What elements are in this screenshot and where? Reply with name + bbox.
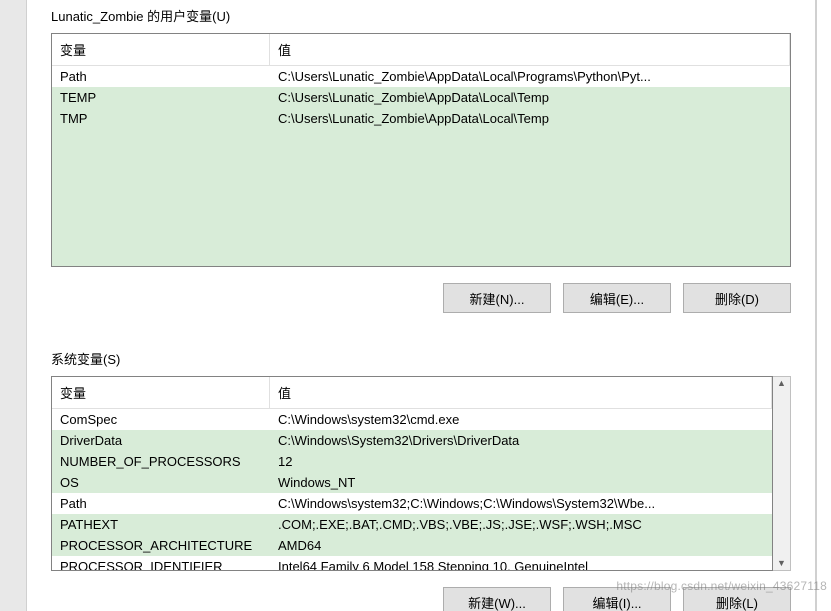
table-row[interactable]: TEMP C:\Users\Lunatic_Zombie\AppData\Loc… xyxy=(52,87,790,108)
table-empty-space xyxy=(52,129,790,235)
table-row[interactable]: DriverData C:\Windows\System32\Drivers\D… xyxy=(52,430,772,451)
cell-value: Intel64 Family 6 Model 158 Stepping 10, … xyxy=(270,556,772,570)
column-header-value[interactable]: 值 xyxy=(270,377,772,408)
user-vars-header: 变量 值 xyxy=(52,34,790,66)
cell-value: C:\Windows\System32\Drivers\DriverData xyxy=(270,430,772,451)
table-row[interactable]: PATHEXT .COM;.EXE;.BAT;.CMD;.VBS;.VBE;.J… xyxy=(52,514,772,535)
cell-variable: TEMP xyxy=(52,87,270,108)
cell-value: C:\Users\Lunatic_Zombie\AppData\Local\Te… xyxy=(270,87,790,108)
system-vars-label: 系统变量(S) xyxy=(51,343,791,376)
user-vars-body: Path C:\Users\Lunatic_Zombie\AppData\Loc… xyxy=(52,66,790,266)
new-system-var-button[interactable]: 新建(W)... xyxy=(443,587,551,611)
table-row[interactable]: ComSpec C:\Windows\system32\cmd.exe xyxy=(52,409,772,430)
cell-variable: OS xyxy=(52,472,270,493)
cell-variable: TMP xyxy=(52,108,270,129)
column-header-value[interactable]: 值 xyxy=(270,34,790,65)
new-user-var-button[interactable]: 新建(N)... xyxy=(443,283,551,313)
system-vars-header: 变量 值 xyxy=(52,377,772,409)
delete-user-var-button[interactable]: 删除(D) xyxy=(683,283,791,313)
cell-value: AMD64 xyxy=(270,535,772,556)
right-window-edge xyxy=(816,0,831,611)
cell-variable: Path xyxy=(52,493,270,514)
table-row[interactable]: PROCESSOR_IDENTIFIER Intel64 Family 6 Mo… xyxy=(52,556,772,570)
cell-value: .COM;.EXE;.BAT;.CMD;.VBS;.VBE;.JS;.JSE;.… xyxy=(270,514,772,535)
user-vars-table[interactable]: 变量 值 Path C:\Users\Lunatic_Zombie\AppDat… xyxy=(51,33,791,267)
cell-value: C:\Windows\system32\cmd.exe xyxy=(270,409,772,430)
cell-variable: PROCESSOR_IDENTIFIER xyxy=(52,556,270,570)
cell-value: C:\Users\Lunatic_Zombie\AppData\Local\Te… xyxy=(270,108,790,129)
cell-variable: DriverData xyxy=(52,430,270,451)
table-row[interactable]: Path C:\Users\Lunatic_Zombie\AppData\Loc… xyxy=(52,66,790,87)
table-row[interactable]: Path C:\Windows\system32;C:\Windows;C:\W… xyxy=(52,493,772,514)
cell-value: C:\Users\Lunatic_Zombie\AppData\Local\Pr… xyxy=(270,66,790,87)
column-header-variable[interactable]: 变量 xyxy=(52,34,270,65)
column-header-variable[interactable]: 变量 xyxy=(52,377,270,408)
table-row[interactable]: TMP C:\Users\Lunatic_Zombie\AppData\Loca… xyxy=(52,108,790,129)
cell-value: C:\Windows\system32;C:\Windows;C:\Window… xyxy=(270,493,772,514)
delete-system-var-button[interactable]: 删除(L) xyxy=(683,587,791,611)
table-row[interactable]: NUMBER_OF_PROCESSORS 12 xyxy=(52,451,772,472)
cell-value: Windows_NT xyxy=(270,472,772,493)
cell-variable: Path xyxy=(52,66,270,87)
system-vars-body: ComSpec C:\Windows\system32\cmd.exe Driv… xyxy=(52,409,772,570)
system-vars-table[interactable]: 变量 值 ComSpec C:\Windows\system32\cmd.exe… xyxy=(51,376,791,571)
table-row[interactable]: OS Windows_NT xyxy=(52,472,772,493)
cell-variable: PROCESSOR_ARCHITECTURE xyxy=(52,535,270,556)
cell-value: 12 xyxy=(270,451,772,472)
cell-variable: ComSpec xyxy=(52,409,270,430)
env-vars-dialog: Lunatic_Zombie 的用户变量(U) 变量 值 Path C:\Use… xyxy=(26,0,816,611)
system-vars-buttons: 新建(W)... 编辑(I)... 删除(L) xyxy=(51,571,791,611)
system-vars-scrollbar[interactable]: ▲ ▼ xyxy=(773,376,791,571)
scroll-down-icon[interactable]: ▼ xyxy=(777,559,786,568)
edit-user-var-button[interactable]: 编辑(E)... xyxy=(563,283,671,313)
user-vars-buttons: 新建(N)... 编辑(E)... 删除(D) xyxy=(51,267,791,313)
scroll-up-icon[interactable]: ▲ xyxy=(777,379,786,388)
edit-system-var-button[interactable]: 编辑(I)... xyxy=(563,587,671,611)
cell-variable: NUMBER_OF_PROCESSORS xyxy=(52,451,270,472)
table-row[interactable]: PROCESSOR_ARCHITECTURE AMD64 xyxy=(52,535,772,556)
user-vars-label: Lunatic_Zombie 的用户变量(U) xyxy=(51,0,791,33)
cell-variable: PATHEXT xyxy=(52,514,270,535)
